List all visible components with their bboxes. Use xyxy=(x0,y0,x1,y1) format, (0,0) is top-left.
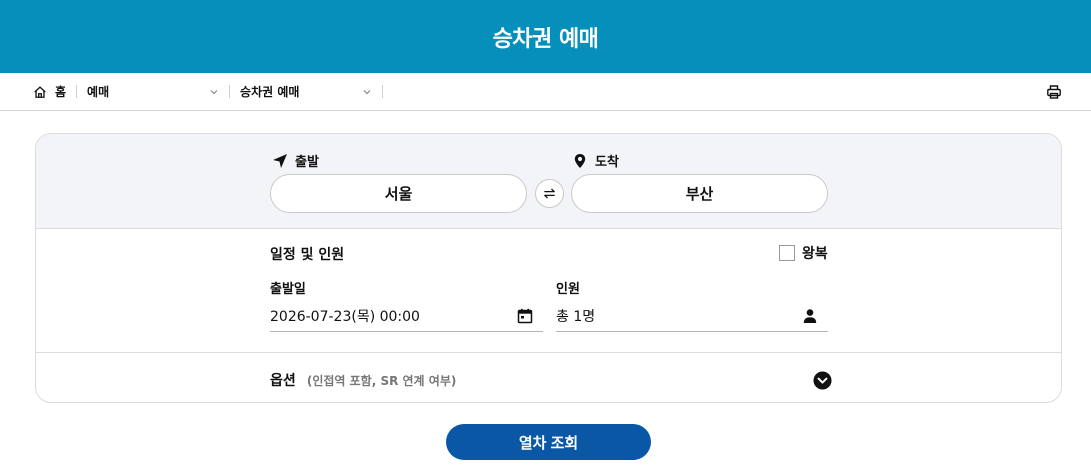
home-icon xyxy=(34,85,46,98)
calendar-icon[interactable] xyxy=(517,308,533,324)
breadcrumb: 홈 예매 승차권 예매 xyxy=(0,73,1091,111)
train-search-button[interactable]: 열차 조회 xyxy=(446,424,651,460)
arrival-label: 도착 xyxy=(572,151,619,170)
person-icon[interactable] xyxy=(802,308,818,324)
options-sublabel: (인접역 포함, SR 연계 여부) xyxy=(306,374,457,388)
map-pin-icon xyxy=(574,153,586,168)
chevron-down-icon xyxy=(363,89,371,94)
breadcrumb-home[interactable]: 홈 xyxy=(33,83,66,100)
navigation-arrow-icon xyxy=(273,153,287,168)
passenger-label: 인원 xyxy=(556,282,580,297)
arrival-station-button[interactable]: 부산 xyxy=(571,174,828,213)
swap-stations-button[interactable] xyxy=(535,179,564,208)
breadcrumb-level1-label: 예매 xyxy=(87,85,110,99)
passenger-field[interactable]: 총 1명 xyxy=(556,301,828,332)
chevron-circle-down-icon[interactable] xyxy=(813,370,832,390)
departure-label-text: 출발 xyxy=(295,155,319,170)
options-label-group: 옵션 (인접역 포함, SR 연계 여부) xyxy=(270,370,456,390)
departure-date-field[interactable]: 2026-07-23(목) 00:00 xyxy=(270,301,543,332)
departure-date-value: 2026-07-23(목) 00:00 xyxy=(270,309,420,325)
passenger-value: 총 1명 xyxy=(556,309,596,325)
page-title: 승차권 예매 xyxy=(492,26,599,52)
breadcrumb-select-level1[interactable]: 예매 xyxy=(87,83,219,100)
arrival-label-text: 도착 xyxy=(595,155,619,170)
printer-icon[interactable] xyxy=(1046,84,1062,100)
roundtrip-checkbox[interactable] xyxy=(779,245,795,261)
breadcrumb-divider xyxy=(76,85,78,98)
booking-form: 출발 도착 서울 부산 일정 및 인원 왕복 출발일 인원 2026-07-23… xyxy=(35,133,1062,403)
roundtrip-label: 왕복 xyxy=(802,246,828,262)
roundtrip-toggle[interactable]: 왕복 xyxy=(779,243,828,263)
swap-icon xyxy=(544,188,555,199)
departure-station-button[interactable]: 서울 xyxy=(270,174,527,213)
page-header: 승차권 예매 xyxy=(0,0,1091,73)
route-section: 출발 도착 서울 부산 xyxy=(36,134,1061,229)
chevron-down-icon xyxy=(210,89,218,94)
departure-label: 출발 xyxy=(272,151,319,170)
options-toggle[interactable]: 옵션 (인접역 포함, SR 연계 여부) xyxy=(270,362,832,398)
breadcrumb-divider xyxy=(382,85,384,98)
options-label: 옵션 xyxy=(270,373,296,389)
breadcrumb-home-label: 홈 xyxy=(55,85,67,99)
breadcrumb-level2-label: 승차권 예매 xyxy=(240,85,300,99)
section-divider xyxy=(36,352,1061,353)
breadcrumb-divider xyxy=(229,85,231,98)
breadcrumb-select-level2[interactable]: 승차권 예매 xyxy=(240,83,372,100)
schedule-title: 일정 및 인원 xyxy=(270,247,345,263)
departure-date-label: 출발일 xyxy=(270,282,306,297)
